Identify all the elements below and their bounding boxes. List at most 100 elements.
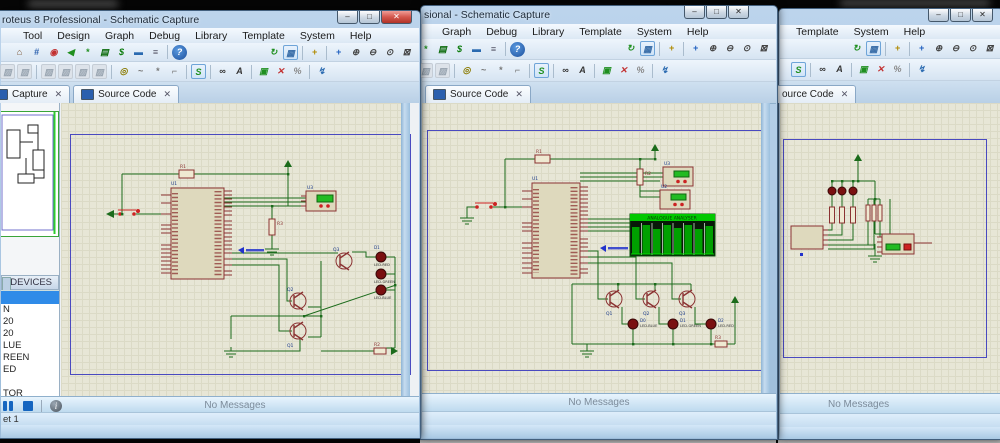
menu-tool[interactable]: Tool — [23, 30, 42, 42]
zoom-out-icon[interactable]: ⊖ — [948, 41, 963, 56]
device-item[interactable]: 20 — [1, 328, 59, 340]
leds[interactable]: D1 LED-RED LED-GREEN LED-BLUE — [374, 245, 395, 300]
new-sheet-icon[interactable]: ▣ — [599, 63, 614, 78]
zoom-area-icon[interactable]: ⊙ — [739, 41, 754, 56]
close-button[interactable]: ✕ — [972, 9, 993, 22]
device-item[interactable]: N — [1, 304, 59, 316]
menu-help[interactable]: Help — [904, 26, 926, 38]
block-delete-icon[interactable]: ▨ — [92, 64, 107, 79]
search-icon[interactable]: ∞ — [558, 63, 573, 78]
menu-help[interactable]: Help — [350, 30, 372, 42]
decompose-icon[interactable]: ⌐ — [510, 63, 525, 78]
resistor-r2[interactable]: R2 — [374, 342, 386, 354]
schematic-canvas-2[interactable]: R1 R2 U1 — [422, 103, 770, 393]
overview-minimap[interactable] — [1, 111, 59, 237]
tab-source-code[interactable]: Source Code ✕ — [425, 85, 531, 103]
ruler-icon[interactable]: ▬ — [131, 45, 146, 60]
grid-toggle-icon[interactable]: ▦ — [640, 41, 655, 56]
packaging-tool-icon[interactable]: * — [150, 64, 165, 79]
make-device-icon[interactable]: ~ — [133, 64, 148, 79]
packaging-tool-icon[interactable]: * — [493, 63, 508, 78]
analogue-analyser[interactable]: ANALOGUE ANALYSER — [630, 214, 715, 256]
menu-template[interactable]: Template — [242, 30, 285, 42]
property-tool-icon[interactable]: A — [575, 63, 590, 78]
device-item-selected[interactable] — [1, 291, 59, 304]
net-label[interactable] — [600, 245, 628, 252]
power-terminal[interactable] — [651, 144, 659, 151]
block-move-icon[interactable]: ▨ — [58, 64, 73, 79]
window2-schematic-area[interactable]: R1 R2 U1 — [422, 103, 770, 393]
origin-icon[interactable]: + — [307, 45, 322, 60]
menu-system[interactable]: System — [300, 30, 335, 42]
zoom-sheet-icon[interactable]: ⊠ — [756, 41, 771, 56]
window2-sheet-tabbar[interactable] — [422, 411, 776, 426]
maximize-button[interactable]: □ — [359, 11, 380, 24]
module-component[interactable] — [877, 234, 932, 254]
resistor-r3[interactable]: R3 — [269, 219, 283, 235]
tab-source-code[interactable]: ource Code ✕ — [774, 85, 856, 103]
back-icon[interactable]: ◀ — [63, 45, 78, 60]
pcb-layout-icon[interactable]: ◉ — [46, 45, 61, 60]
schematic-canvas-3[interactable] — [780, 103, 1000, 393]
device-item[interactable]: TOR — [1, 388, 59, 396]
make-device-icon[interactable]: ~ — [476, 63, 491, 78]
power-terminal[interactable] — [284, 160, 292, 167]
wire-autoroute-icon[interactable]: S — [191, 64, 206, 79]
help-icon[interactable]: ? — [510, 42, 525, 57]
block-delete-icon[interactable]: ▨ — [435, 63, 450, 78]
zoom-area-icon[interactable]: ⊙ — [382, 45, 397, 60]
pick-parts-icon[interactable]: ◎ — [459, 63, 474, 78]
resistor-r3[interactable]: R3 — [715, 335, 727, 347]
search-icon[interactable]: ∞ — [815, 62, 830, 77]
refresh-icon[interactable]: ↻ — [623, 41, 638, 56]
menu-system[interactable]: System — [637, 26, 672, 38]
transistors[interactable]: Q3 Q2 Q1 — [287, 247, 352, 349]
zoom-sheet-icon[interactable]: ⊠ — [982, 41, 997, 56]
menu-system[interactable]: System — [854, 26, 889, 38]
power-terminal[interactable] — [854, 154, 862, 161]
zoom-in-icon[interactable]: ⊕ — [931, 41, 946, 56]
menu-debug[interactable]: Debug — [149, 30, 180, 42]
resistor-r1[interactable]: R1 — [179, 164, 194, 178]
push-button[interactable] — [475, 202, 497, 209]
origin-icon[interactable]: + — [890, 41, 905, 56]
zoom-in-icon[interactable]: ⊕ — [705, 41, 720, 56]
pick-device-button[interactable] — [2, 277, 11, 291]
maximize-button[interactable]: □ — [950, 9, 971, 22]
bill-of-materials-icon[interactable]: $ — [452, 42, 467, 57]
clipboard-icon[interactable]: ▨ — [17, 64, 32, 79]
tab-schematic-capture[interactable]: Capture ✕ — [0, 85, 70, 103]
menu-template[interactable]: Template — [579, 26, 622, 38]
wire-autoroute-icon[interactable]: S — [534, 63, 549, 78]
power-terminal[interactable] — [731, 296, 739, 303]
window1-schematic-area[interactable]: R1 R3 U1 — [61, 103, 410, 396]
menu-graph[interactable]: Graph — [105, 30, 134, 42]
leds[interactable]: D0 LED-BLUE D1 LED-GREEN D2 LED-RED — [628, 318, 734, 329]
minimize-button[interactable]: – — [684, 6, 705, 19]
schematic-canvas-1[interactable]: R1 R3 U1 — [61, 103, 410, 396]
zoom-in-icon[interactable]: ⊕ — [348, 45, 363, 60]
module-u3[interactable]: U3 — [663, 161, 693, 186]
resistor-r1[interactable]: R1 — [535, 149, 550, 163]
goto-sheet-icon[interactable]: % — [290, 64, 305, 79]
window3-sheet-tabbar[interactable] — [780, 413, 1000, 428]
refresh-icon[interactable]: ↻ — [849, 41, 864, 56]
design-explorer-icon[interactable]: ↯ — [314, 64, 329, 79]
ic-component[interactable] — [791, 226, 823, 249]
device-item[interactable]: LUE — [1, 340, 59, 352]
new-sheet-icon[interactable]: ▣ — [256, 64, 271, 79]
window1-sheet-tabbar[interactable]: et 1 — [1, 412, 419, 426]
goto-sheet-icon[interactable]: % — [633, 63, 648, 78]
tab-close-icon[interactable]: ✕ — [841, 89, 849, 100]
tab-close-icon[interactable]: ✕ — [164, 89, 172, 100]
menu-help[interactable]: Help — [687, 26, 709, 38]
root-sheet-tab[interactable]: et 1 — [3, 414, 19, 425]
zoom-area-icon[interactable]: ⊙ — [965, 41, 980, 56]
grid-toggle-icon[interactable]: ▦ — [283, 45, 298, 60]
minimize-button[interactable]: – — [928, 9, 949, 22]
window3-titlebar[interactable]: – □ ✕ — [779, 9, 1000, 26]
block-copy-icon[interactable]: ▨ — [41, 64, 56, 79]
input-terminal[interactable] — [106, 210, 114, 218]
delete-sheet-icon[interactable]: ✕ — [616, 63, 631, 78]
library-book-icon[interactable]: ▤ — [435, 42, 450, 57]
